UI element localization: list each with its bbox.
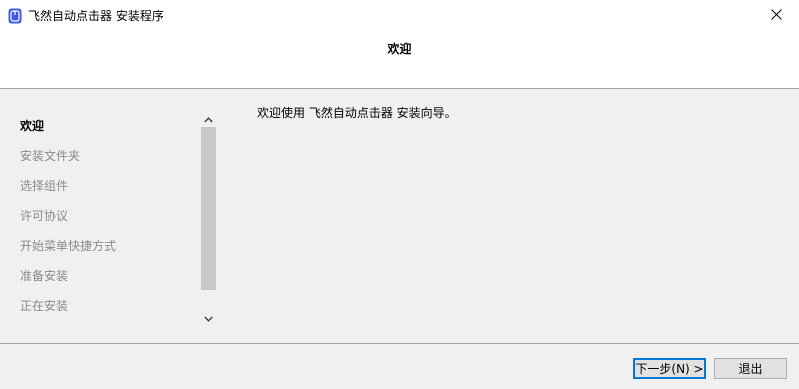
welcome-message: 欢迎使用 飞然自动点击器 安装向导。 — [257, 106, 457, 120]
step-install-folder: 安装文件夹 — [20, 149, 81, 163]
steps-scrollbar[interactable] — [201, 110, 216, 326]
footer-divider — [0, 343, 799, 344]
step-license: 许可协议 — [20, 209, 69, 223]
chevron-down-icon — [204, 311, 213, 325]
step-installing: 正在安装 — [20, 299, 69, 313]
app-icon — [8, 8, 22, 24]
step-start-menu-shortcuts: 开始菜单快捷方式 — [20, 239, 117, 253]
page-header: 欢迎 — [0, 32, 799, 89]
close-button[interactable] — [753, 0, 799, 32]
step-welcome: 欢迎 — [20, 119, 45, 133]
scroll-down-button[interactable] — [201, 309, 216, 326]
page-title: 欢迎 — [387, 42, 412, 56]
close-icon — [770, 9, 782, 23]
scroll-thumb[interactable] — [201, 127, 216, 290]
step-select-components: 选择组件 — [20, 179, 69, 193]
title-bar: 飞然自动点击器 安装程序 — [0, 0, 799, 32]
chevron-up-icon — [204, 112, 213, 126]
step-ready-to-install: 准备安装 — [20, 269, 69, 283]
quit-button[interactable]: 退出 — [714, 358, 787, 379]
window-title: 飞然自动点击器 安装程序 — [28, 9, 164, 23]
scroll-up-button[interactable] — [201, 110, 216, 127]
next-button[interactable]: 下一步(N) > — [633, 358, 706, 379]
